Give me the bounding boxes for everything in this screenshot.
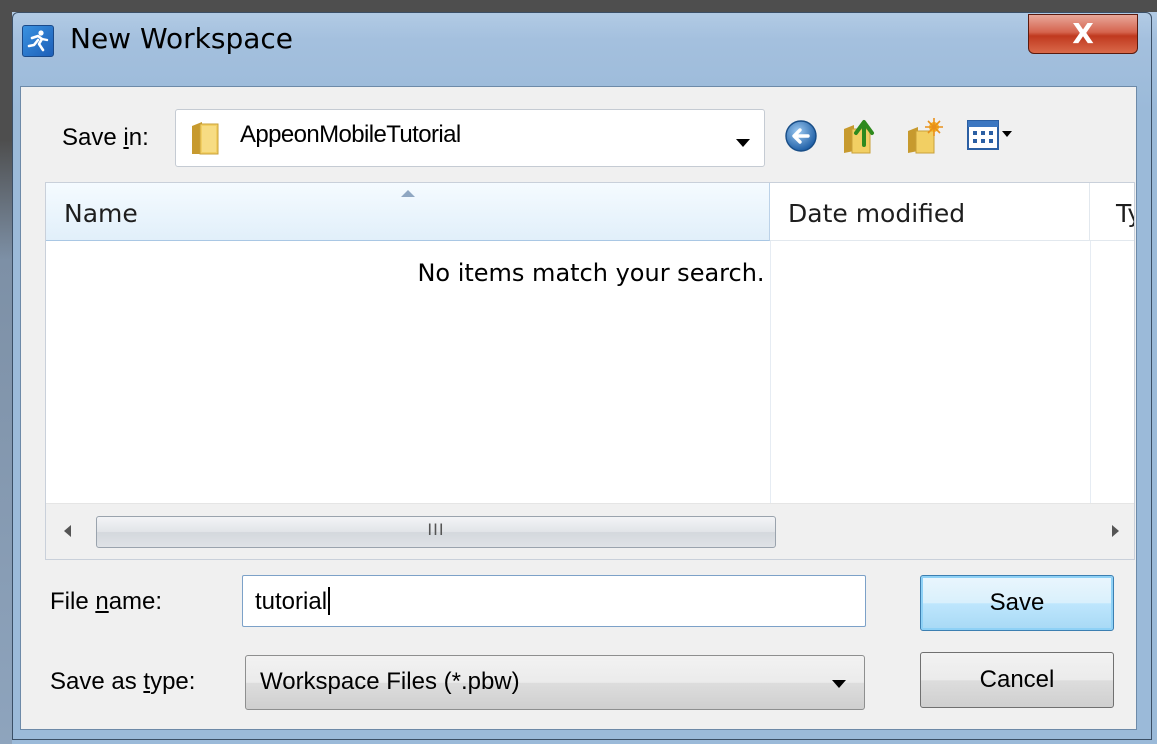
empty-list-message: No items match your search. xyxy=(417,259,765,287)
save-as-type-label: Save as type: xyxy=(50,668,196,695)
dialog-window: New Workspace X Save in: AppeonMobileTut… xyxy=(0,0,1157,744)
scrollbar-thumb[interactable]: III xyxy=(96,516,776,548)
cancel-button[interactable]: Cancel xyxy=(920,652,1114,708)
chevron-down-icon xyxy=(832,680,846,688)
file-name-label: File name: xyxy=(50,588,163,615)
folder-icon xyxy=(190,120,220,156)
save-in-value: AppeonMobileTutorial xyxy=(240,121,461,148)
window-frame-left xyxy=(0,0,12,744)
cancel-button-label: Cancel xyxy=(979,666,1055,693)
save-button-label: Save xyxy=(989,589,1045,616)
column-header-label: Date modified xyxy=(788,199,966,228)
save-as-type-dropdown[interactable]: Workspace Files (*.pbw) xyxy=(245,655,865,710)
new-folder-icon[interactable] xyxy=(900,113,946,159)
file-list[interactable]: Name Date modified Ty No items match you… xyxy=(45,182,1135,560)
file-name-input[interactable]: tutorial xyxy=(242,575,866,627)
scroll-left-icon[interactable] xyxy=(64,525,71,537)
close-icon: X xyxy=(1072,17,1094,50)
save-in-label: Save in: xyxy=(62,124,149,151)
window-title: New Workspace xyxy=(70,22,294,55)
view-menu-icon[interactable] xyxy=(964,113,1034,159)
scrollbar-grip: III xyxy=(427,520,445,539)
up-folder-icon[interactable] xyxy=(836,113,882,159)
file-name-value: tutorial xyxy=(255,587,331,616)
app-runner-icon xyxy=(22,25,54,57)
back-arrow-icon[interactable] xyxy=(778,113,824,159)
column-header-label: Name xyxy=(64,199,138,228)
column-header-date-modified[interactable]: Date modified xyxy=(770,183,1090,241)
window-frame-top xyxy=(0,0,1157,12)
column-header-label: Ty xyxy=(1116,199,1134,228)
save-as-type-value: Workspace Files (*.pbw) xyxy=(260,668,520,695)
close-button[interactable]: X xyxy=(1028,14,1138,54)
column-header-type[interactable]: Ty xyxy=(1090,183,1134,241)
chevron-down-icon[interactable] xyxy=(736,139,750,147)
text-caret xyxy=(328,587,331,615)
horizontal-scrollbar[interactable]: III xyxy=(46,503,1134,559)
column-header-name[interactable]: Name xyxy=(46,183,770,241)
save-button[interactable]: Save xyxy=(920,575,1114,631)
scroll-right-icon[interactable] xyxy=(1112,525,1119,537)
sort-ascending-icon xyxy=(401,190,415,197)
